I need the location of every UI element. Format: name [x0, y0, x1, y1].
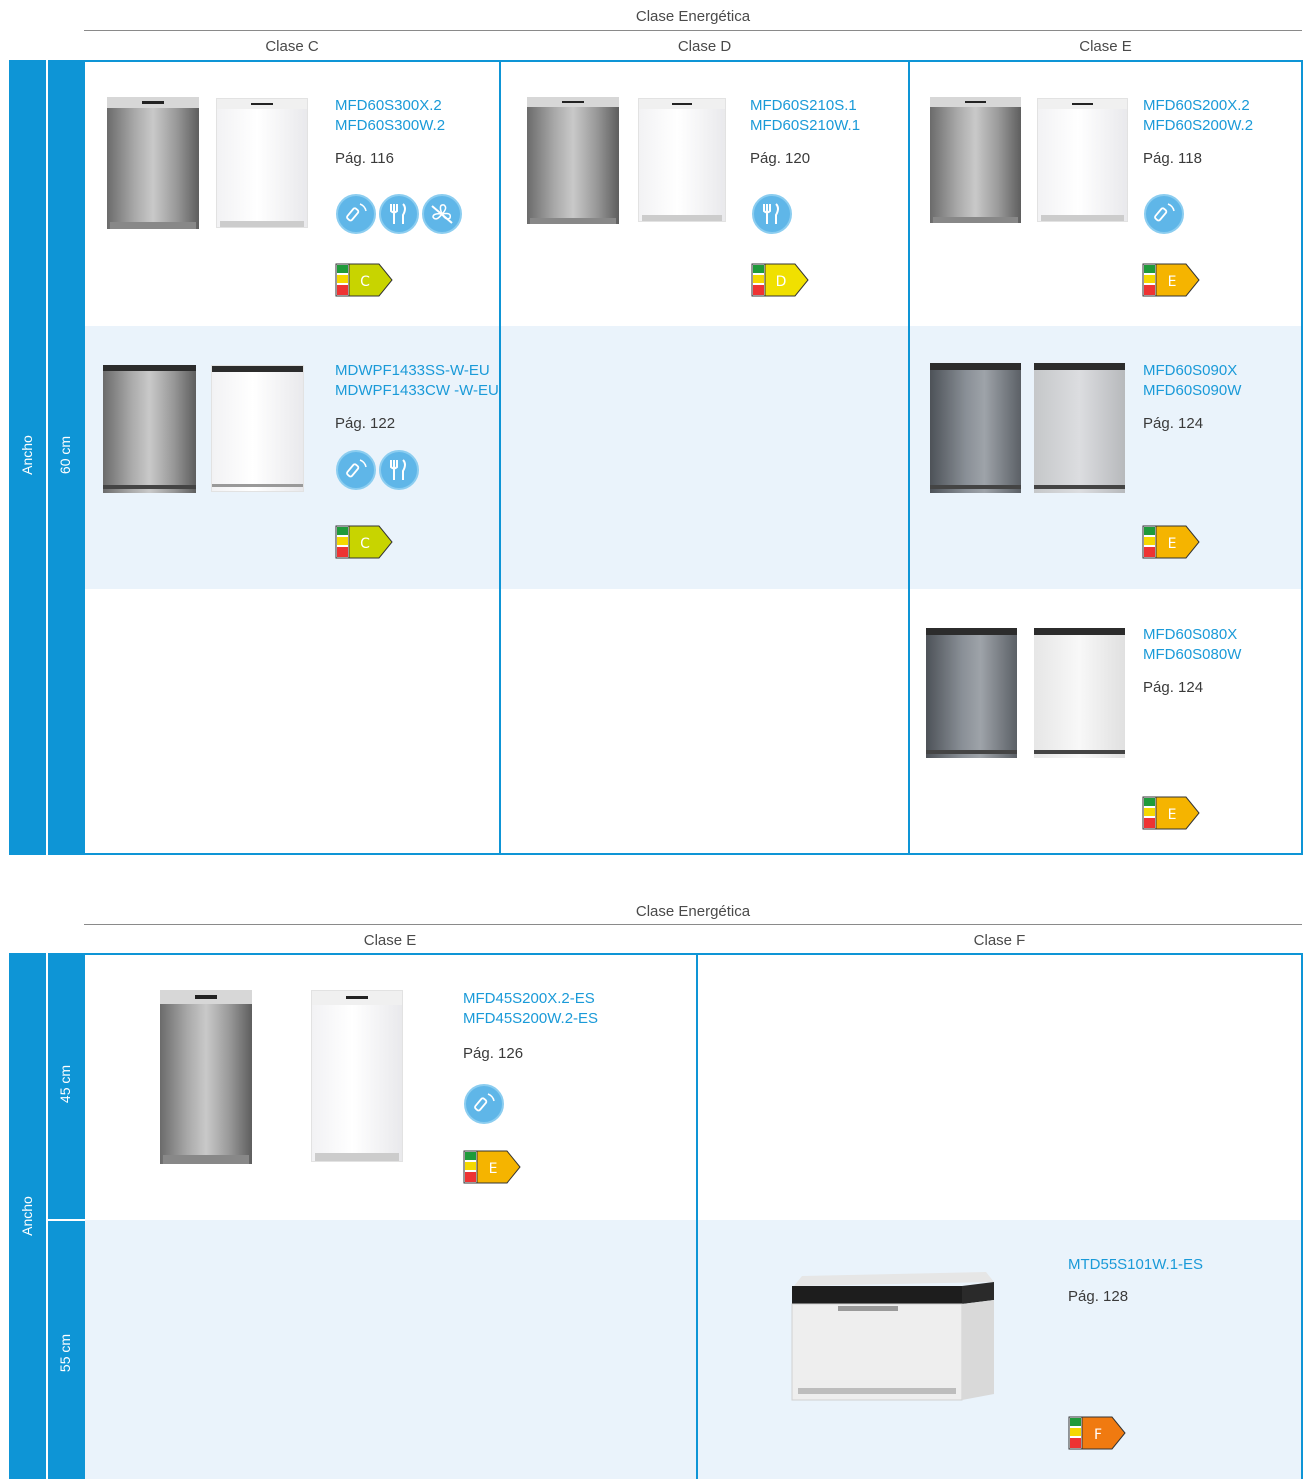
page-reference: Pág. 126	[463, 1045, 524, 1062]
model-number: MDWPF1433SS-W-EU	[335, 362, 490, 379]
table1-side-label: Ancho	[19, 435, 35, 475]
svg-text:D: D	[776, 274, 787, 290]
page-reference: Pág. 116	[335, 150, 394, 167]
energy-label-badge: F	[1068, 1416, 1126, 1450]
svg-text:C: C	[360, 536, 370, 552]
energy-label-badge: C	[335, 525, 393, 559]
model-number: MFD60S200W.2	[1143, 117, 1254, 134]
svg-text:E: E	[1168, 807, 1177, 823]
dishwasher-image-white	[211, 365, 304, 492]
dishwasher-image-dark	[926, 628, 1017, 758]
energy-label-badge: E	[1142, 796, 1200, 830]
dishwasher-image-white	[311, 990, 403, 1162]
table1-header-title: Clase Energética	[635, 8, 751, 25]
model-number: MFD60S210W.1	[750, 117, 861, 134]
dishwasher-image-steel	[103, 365, 196, 493]
table2-side-label: Ancho	[19, 1196, 35, 1236]
table2-width-label-55: 55 cm	[57, 1333, 73, 1373]
table1-header-rule	[84, 30, 1302, 31]
energy-label-badge: E	[463, 1150, 521, 1184]
table1-col-d: Clase D	[677, 38, 732, 55]
model-number: MFD45S200W.2-ES	[463, 1010, 599, 1027]
model-number: MFD60S090W	[1143, 382, 1242, 399]
remote-icon	[464, 1084, 504, 1124]
table1-col-divider-2	[908, 60, 910, 855]
no-fan-icon	[422, 194, 462, 234]
dishwasher-image-steel	[160, 990, 252, 1164]
remote-icon	[1144, 194, 1184, 234]
table1-col-c: Clase C	[265, 38, 319, 55]
page-reference: Pág. 122	[335, 415, 396, 432]
page-reference: Pág. 128	[1068, 1288, 1129, 1305]
table1-top-border	[85, 60, 1303, 62]
model-number: MTD55S101W.1-ES	[1068, 1256, 1204, 1273]
model-number: MFD60S300X.2	[335, 97, 442, 114]
cutlery-icon	[379, 450, 419, 490]
dishwasher-image-silver	[1034, 363, 1125, 493]
model-number: MFD60S300W.2	[335, 117, 446, 134]
page-reference: Pág. 124	[1143, 415, 1204, 432]
table1-col-divider-1	[499, 60, 501, 855]
model-number: MFD60S090X	[1143, 362, 1238, 379]
table1-side-divider	[46, 60, 48, 855]
table1-bottom-border	[85, 853, 1303, 855]
dishwasher-image-steel	[527, 97, 619, 224]
dishwasher-image-steel	[107, 97, 199, 229]
table1-width-label: 60 cm	[57, 435, 73, 475]
table2-header-title: Clase Energética	[635, 903, 751, 920]
remote-icon	[336, 450, 376, 490]
svg-text:E: E	[1168, 274, 1177, 290]
dishwasher-image-steel	[930, 97, 1021, 223]
energy-label-badge: E	[1142, 263, 1200, 297]
svg-text:C: C	[360, 274, 370, 290]
svg-text:E: E	[1168, 536, 1177, 552]
dishwasher-image-dark	[930, 363, 1021, 493]
remote-icon	[336, 194, 376, 234]
compact-dishwasher-image	[790, 1270, 996, 1406]
energy-label-badge: C	[335, 263, 393, 297]
model-number: MFD60S080X	[1143, 626, 1238, 643]
dishwasher-image-white	[638, 98, 726, 222]
cutlery-icon	[379, 194, 419, 234]
model-number: MFD60S080W	[1143, 646, 1242, 663]
table2-col-e: Clase E	[363, 932, 417, 949]
table2-width-divider	[47, 1219, 85, 1221]
cutlery-icon	[752, 194, 792, 234]
table1-col-e: Clase E	[1079, 38, 1132, 55]
table2-col-f: Clase F	[973, 932, 1026, 949]
table2-top-border	[85, 953, 1303, 955]
page-reference: Pág. 124	[1143, 679, 1204, 696]
svg-text:E: E	[489, 1161, 498, 1177]
model-number: MDWPF1433CW -W-EU	[335, 382, 499, 399]
dishwasher-image-white	[216, 98, 308, 228]
dishwasher-image-white	[1037, 98, 1128, 222]
dishwasher-image-silver	[1034, 628, 1125, 758]
model-number: MFD45S200X.2-ES	[463, 990, 595, 1007]
energy-label-badge: D	[751, 263, 809, 297]
svg-text:F: F	[1094, 1427, 1102, 1443]
page-reference: Pág. 118	[1143, 150, 1202, 167]
energy-label-badge: E	[1142, 525, 1200, 559]
model-number: MFD60S200X.2	[1143, 97, 1250, 114]
page-reference: Pág. 120	[750, 150, 811, 167]
table2-side-divider	[46, 953, 48, 1479]
table2-col-divider	[696, 953, 698, 1479]
table2-header-rule	[84, 924, 1302, 925]
model-number: MFD60S210S.1	[750, 97, 857, 114]
table2-width-label-45: 45 cm	[57, 1064, 73, 1104]
